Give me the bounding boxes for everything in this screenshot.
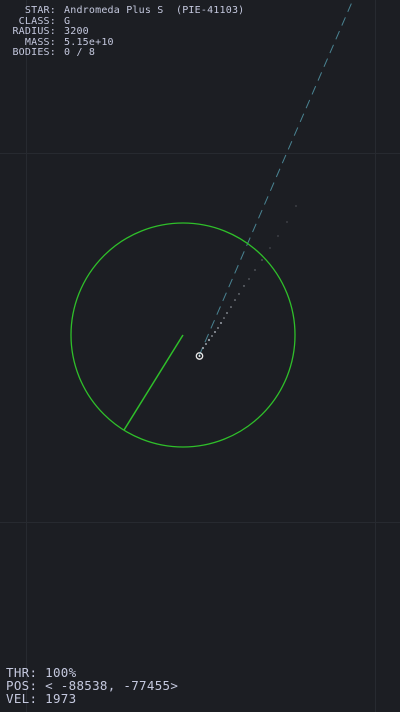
- radius-value: 3200: [64, 26, 89, 37]
- game-viewport[interactable]: STAR: Andromeda Plus S (PIE-41103) CLASS:…: [0, 0, 400, 712]
- velocity-value: 1973: [45, 691, 77, 706]
- velocity-label: VEL:: [6, 691, 38, 706]
- ship-status-panel: THR: 100% POS: < -88538, -77455> VEL: 19…: [6, 666, 178, 705]
- space-map[interactable]: [0, 0, 400, 712]
- bodies-value: 0 / 8: [64, 47, 96, 58]
- star-row: STAR: Andromeda Plus S (PIE-41103): [4, 5, 245, 17]
- radius-label: RADIUS:: [12, 26, 56, 37]
- orbit-radius-line: [123, 334, 184, 431]
- star-info-panel: STAR: Andromeda Plus S (PIE-41103) CLASS:…: [4, 5, 245, 59]
- bodies-row: BODIES: 0 / 8: [4, 47, 244, 59]
- exhaust-trail: [201, 205, 297, 350]
- bodies-label: BODIES:: [12, 47, 56, 58]
- radius-row: RADIUS: 3200: [4, 26, 244, 38]
- velocity-row: VEL: 1973: [6, 692, 178, 705]
- star-name: Andromeda Plus S (PIE-41103): [64, 5, 245, 16]
- star-label: STAR:: [24, 5, 56, 16]
